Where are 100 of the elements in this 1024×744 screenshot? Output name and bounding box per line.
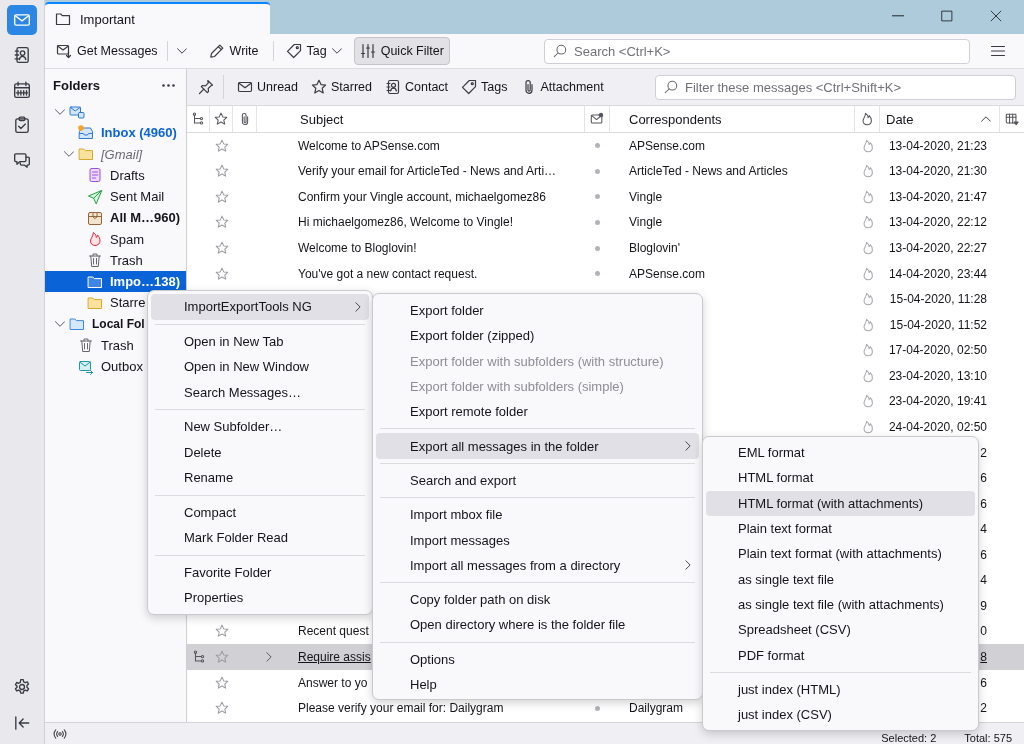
- attachment-filter-button[interactable]: Attachment: [514, 73, 610, 101]
- address-book-icon: [13, 46, 31, 64]
- star-icon[interactable]: [214, 241, 229, 256]
- thread-icon: [191, 650, 206, 665]
- star-icon[interactable]: [214, 650, 229, 665]
- quick-filter-button[interactable]: Quick Filter: [353, 37, 450, 65]
- mail-button[interactable]: [7, 5, 37, 35]
- column-header[interactable]: Subject: [300, 111, 344, 127]
- envelope-arrow-icon: [56, 43, 72, 59]
- chevron-right-icon[interactable]: [266, 652, 272, 663]
- menu-item[interactable]: as single text file (with attachments): [706, 591, 975, 618]
- menu-item[interactable]: Open directory where is the folder file: [376, 612, 699, 638]
- menu-item[interactable]: Compact: [151, 499, 369, 525]
- message-date: 23-04-2020, 19:41: [888, 394, 987, 409]
- folder-item[interactable]: All M…960): [45, 207, 186, 229]
- menu-item[interactable]: Options: [376, 646, 699, 672]
- thread-icon[interactable]: [191, 112, 205, 126]
- folder-item[interactable]: Spam: [45, 228, 186, 250]
- menu-icon: [990, 43, 1006, 59]
- menu-item[interactable]: Export all messages in the folder: [376, 433, 699, 459]
- starred-filter-button[interactable]: Starred: [305, 73, 378, 101]
- message-date: 17-04-2020, 02:50: [888, 343, 987, 358]
- close-icon: [989, 10, 1002, 22]
- menu-item[interactable]: Open in New Window: [151, 354, 369, 380]
- folder-item[interactable]: Trash: [45, 249, 186, 271]
- selected-count: Selected: 2: [881, 732, 937, 744]
- menu-item[interactable]: Spreadsheet (CSV): [706, 617, 975, 643]
- column-header[interactable]: Date: [886, 111, 914, 127]
- message-correspondent: Vingle: [629, 189, 663, 204]
- menu-item[interactable]: Import mbox file: [376, 502, 699, 528]
- menu-item[interactable]: HTML format: [706, 465, 975, 491]
- envelope-icon: [237, 79, 253, 95]
- menu-item[interactable]: Search Messages…: [151, 379, 369, 405]
- menu-item[interactable]: Import messages: [376, 527, 699, 553]
- column-picker-icon[interactable]: [1005, 112, 1019, 126]
- contact-filter-button[interactable]: Contact: [379, 73, 455, 101]
- menu-item[interactable]: Import all messages from a directory: [376, 552, 699, 578]
- star-icon[interactable]: [214, 138, 229, 153]
- menu-item[interactable]: New Subfolder…: [151, 414, 369, 440]
- write-button[interactable]: Write: [202, 37, 265, 65]
- filter-field[interactable]: Filter these messages <Ctrl+Shift+K>: [655, 74, 1016, 100]
- message-date: 13-04-2020, 22:12: [888, 215, 987, 230]
- menu-item[interactable]: as single text file: [706, 566, 975, 592]
- menu-item[interactable]: Favorite Folder: [151, 559, 369, 585]
- tag-icon: [461, 79, 478, 95]
- envelope-icon[interactable]: [590, 112, 604, 126]
- tab[interactable]: Important: [45, 2, 270, 34]
- menu-item[interactable]: Properties: [151, 585, 369, 611]
- folder-item[interactable]: [Gmail]: [45, 143, 186, 165]
- folder-item[interactable]: Impo…138): [45, 271, 186, 293]
- search-icon: [553, 44, 567, 58]
- star-icon[interactable]: [214, 266, 229, 281]
- menu-item[interactable]: PDF format: [706, 642, 975, 668]
- star-icon[interactable]: [214, 215, 229, 230]
- star-icon[interactable]: [214, 675, 229, 690]
- menu-item[interactable]: Copy folder path on disk: [376, 586, 699, 613]
- get-messages-button[interactable]: Get Messages: [50, 37, 164, 65]
- broadcast-icon[interactable]: [53, 726, 67, 741]
- star-icon[interactable]: [214, 624, 229, 639]
- star-icon[interactable]: [214, 112, 228, 126]
- star-icon[interactable]: [214, 189, 229, 204]
- menu-item[interactable]: Rename: [151, 465, 369, 491]
- chevron-down-icon[interactable]: [55, 106, 65, 117]
- folder-item[interactable]: Drafts: [45, 164, 186, 186]
- chevron-down-icon[interactable]: [64, 149, 74, 160]
- folder-icon: [55, 11, 71, 27]
- menu-item[interactable]: Plain text format: [706, 515, 975, 542]
- unread-filter-button[interactable]: Unread: [231, 73, 304, 101]
- caret-up-icon[interactable]: [981, 116, 991, 122]
- menu-item[interactable]: Delete: [151, 439, 369, 465]
- search-field[interactable]: Search <Ctrl+K>: [544, 38, 970, 64]
- message-date: 6: [980, 675, 987, 690]
- flame-icon[interactable]: [860, 112, 874, 126]
- folder-item[interactable]: Inbox (4960): [45, 122, 186, 144]
- menu-item[interactable]: just index (HTML): [706, 676, 975, 702]
- tags-filter-button[interactable]: Tags: [455, 73, 514, 101]
- menu-item[interactable]: Help: [376, 671, 699, 698]
- menu-item[interactable]: Plain text format (with attachments): [706, 541, 975, 567]
- menu-item[interactable]: Export folder: [376, 298, 699, 324]
- message-subject: Hi michaelgomez86, Welcome to Vingle!: [298, 215, 513, 230]
- chevron-down-icon[interactable]: [55, 319, 65, 330]
- star-icon[interactable]: [214, 164, 229, 179]
- menu-item[interactable]: ImportExportTools NG: [151, 294, 369, 320]
- pin-icon: [198, 79, 214, 95]
- column-header[interactable]: Correspondents: [629, 111, 722, 127]
- message-correspondent: Vingle: [629, 215, 663, 230]
- menu-item[interactable]: HTML format (with attachments): [706, 490, 975, 516]
- chevron-right-icon: [355, 301, 361, 312]
- tag-button[interactable]: Tag: [279, 37, 348, 65]
- folder-item[interactable]: Sent Mail: [45, 186, 186, 208]
- menu-item[interactable]: Search and export: [376, 467, 699, 494]
- message-date: 2: [980, 701, 987, 716]
- menu-item[interactable]: Export folder (zipped): [376, 323, 699, 349]
- star-icon[interactable]: [214, 701, 229, 716]
- menu-item[interactable]: EML format: [706, 440, 975, 466]
- menu-item[interactable]: Export remote folder: [376, 399, 699, 425]
- message-subject: You've got a new contact request.: [298, 266, 478, 281]
- folder-icon: [69, 316, 85, 333]
- menu-item[interactable]: just index (CSV): [706, 701, 975, 728]
- menu-item[interactable]: Mark Folder Read: [151, 525, 369, 551]
